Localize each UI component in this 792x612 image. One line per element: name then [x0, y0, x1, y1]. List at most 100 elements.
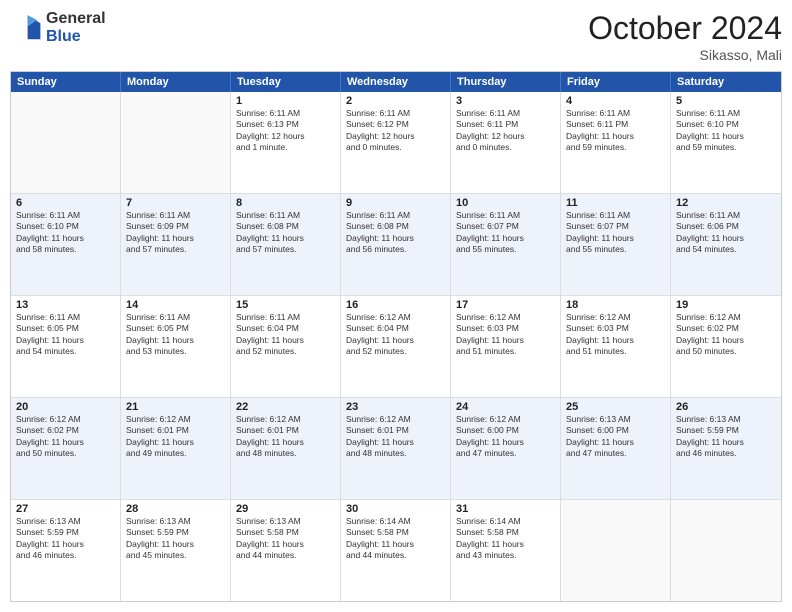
day-cell-19: 19Sunrise: 6:12 AM Sunset: 6:02 PM Dayli… — [671, 296, 781, 397]
day-info: Sunrise: 6:12 AM Sunset: 6:03 PM Dayligh… — [456, 312, 555, 358]
day-number: 25 — [566, 401, 665, 413]
day-number: 7 — [126, 197, 225, 209]
empty-cell — [11, 92, 121, 193]
day-number: 15 — [236, 299, 335, 311]
day-number: 17 — [456, 299, 555, 311]
day-number: 16 — [346, 299, 445, 311]
day-info: Sunrise: 6:12 AM Sunset: 6:02 PM Dayligh… — [676, 312, 776, 358]
header-day-monday: Monday — [121, 72, 231, 92]
day-number: 4 — [566, 95, 665, 107]
day-cell-20: 20Sunrise: 6:12 AM Sunset: 6:02 PM Dayli… — [11, 398, 121, 499]
day-cell-14: 14Sunrise: 6:11 AM Sunset: 6:05 PM Dayli… — [121, 296, 231, 397]
day-number: 29 — [236, 503, 335, 515]
day-info: Sunrise: 6:14 AM Sunset: 5:58 PM Dayligh… — [346, 516, 445, 562]
day-number: 14 — [126, 299, 225, 311]
day-info: Sunrise: 6:12 AM Sunset: 6:04 PM Dayligh… — [346, 312, 445, 358]
day-cell-24: 24Sunrise: 6:12 AM Sunset: 6:00 PM Dayli… — [451, 398, 561, 499]
day-number: 21 — [126, 401, 225, 413]
day-info: Sunrise: 6:11 AM Sunset: 6:11 PM Dayligh… — [456, 108, 555, 154]
day-cell-3: 3Sunrise: 6:11 AM Sunset: 6:11 PM Daylig… — [451, 92, 561, 193]
day-cell-27: 27Sunrise: 6:13 AM Sunset: 5:59 PM Dayli… — [11, 500, 121, 601]
day-cell-5: 5Sunrise: 6:11 AM Sunset: 6:10 PM Daylig… — [671, 92, 781, 193]
calendar-row-4: 27Sunrise: 6:13 AM Sunset: 5:59 PM Dayli… — [11, 500, 781, 601]
day-cell-1: 1Sunrise: 6:11 AM Sunset: 6:13 PM Daylig… — [231, 92, 341, 193]
calendar-body: 1Sunrise: 6:11 AM Sunset: 6:13 PM Daylig… — [11, 92, 781, 601]
calendar-header: SundayMondayTuesdayWednesdayThursdayFrid… — [11, 72, 781, 92]
day-info: Sunrise: 6:11 AM Sunset: 6:10 PM Dayligh… — [676, 108, 776, 154]
day-number: 18 — [566, 299, 665, 311]
day-cell-4: 4Sunrise: 6:11 AM Sunset: 6:11 PM Daylig… — [561, 92, 671, 193]
day-cell-6: 6Sunrise: 6:11 AM Sunset: 6:10 PM Daylig… — [11, 194, 121, 295]
day-cell-7: 7Sunrise: 6:11 AM Sunset: 6:09 PM Daylig… — [121, 194, 231, 295]
logo: General Blue — [10, 10, 106, 45]
day-cell-15: 15Sunrise: 6:11 AM Sunset: 6:04 PM Dayli… — [231, 296, 341, 397]
day-info: Sunrise: 6:11 AM Sunset: 6:05 PM Dayligh… — [16, 312, 115, 358]
day-number: 2 — [346, 95, 445, 107]
day-info: Sunrise: 6:11 AM Sunset: 6:08 PM Dayligh… — [236, 210, 335, 256]
day-number: 31 — [456, 503, 555, 515]
empty-cell — [561, 500, 671, 601]
day-cell-23: 23Sunrise: 6:12 AM Sunset: 6:01 PM Dayli… — [341, 398, 451, 499]
day-number: 27 — [16, 503, 115, 515]
day-number: 28 — [126, 503, 225, 515]
day-cell-30: 30Sunrise: 6:14 AM Sunset: 5:58 PM Dayli… — [341, 500, 451, 601]
day-info: Sunrise: 6:13 AM Sunset: 6:00 PM Dayligh… — [566, 414, 665, 460]
title-block: October 2024 Sikasso, Mali — [588, 10, 782, 63]
day-cell-9: 9Sunrise: 6:11 AM Sunset: 6:08 PM Daylig… — [341, 194, 451, 295]
logo-blue: Blue — [46, 28, 106, 46]
day-cell-17: 17Sunrise: 6:12 AM Sunset: 6:03 PM Dayli… — [451, 296, 561, 397]
day-number: 10 — [456, 197, 555, 209]
day-number: 13 — [16, 299, 115, 311]
day-number: 26 — [676, 401, 776, 413]
day-cell-10: 10Sunrise: 6:11 AM Sunset: 6:07 PM Dayli… — [451, 194, 561, 295]
month-title: October 2024 — [588, 10, 782, 47]
day-info: Sunrise: 6:14 AM Sunset: 5:58 PM Dayligh… — [456, 516, 555, 562]
day-info: Sunrise: 6:12 AM Sunset: 6:02 PM Dayligh… — [16, 414, 115, 460]
day-info: Sunrise: 6:11 AM Sunset: 6:05 PM Dayligh… — [126, 312, 225, 358]
calendar: SundayMondayTuesdayWednesdayThursdayFrid… — [10, 71, 782, 602]
day-info: Sunrise: 6:11 AM Sunset: 6:08 PM Dayligh… — [346, 210, 445, 256]
location: Sikasso, Mali — [588, 47, 782, 63]
day-cell-28: 28Sunrise: 6:13 AM Sunset: 5:59 PM Dayli… — [121, 500, 231, 601]
logo-general: General — [46, 10, 106, 28]
calendar-row-2: 13Sunrise: 6:11 AM Sunset: 6:05 PM Dayli… — [11, 296, 781, 398]
calendar-row-1: 6Sunrise: 6:11 AM Sunset: 6:10 PM Daylig… — [11, 194, 781, 296]
calendar-row-0: 1Sunrise: 6:11 AM Sunset: 6:13 PM Daylig… — [11, 92, 781, 194]
day-info: Sunrise: 6:11 AM Sunset: 6:04 PM Dayligh… — [236, 312, 335, 358]
day-cell-18: 18Sunrise: 6:12 AM Sunset: 6:03 PM Dayli… — [561, 296, 671, 397]
day-cell-21: 21Sunrise: 6:12 AM Sunset: 6:01 PM Dayli… — [121, 398, 231, 499]
day-number: 1 — [236, 95, 335, 107]
day-number: 22 — [236, 401, 335, 413]
day-info: Sunrise: 6:11 AM Sunset: 6:07 PM Dayligh… — [456, 210, 555, 256]
header: General Blue October 2024 Sikasso, Mali — [10, 10, 782, 63]
day-info: Sunrise: 6:12 AM Sunset: 6:01 PM Dayligh… — [346, 414, 445, 460]
day-info: Sunrise: 6:12 AM Sunset: 6:00 PM Dayligh… — [456, 414, 555, 460]
header-day-wednesday: Wednesday — [341, 72, 451, 92]
day-number: 20 — [16, 401, 115, 413]
page: General Blue October 2024 Sikasso, Mali … — [0, 0, 792, 612]
day-info: Sunrise: 6:11 AM Sunset: 6:09 PM Dayligh… — [126, 210, 225, 256]
day-cell-2: 2Sunrise: 6:11 AM Sunset: 6:12 PM Daylig… — [341, 92, 451, 193]
day-info: Sunrise: 6:11 AM Sunset: 6:10 PM Dayligh… — [16, 210, 115, 256]
day-info: Sunrise: 6:13 AM Sunset: 5:59 PM Dayligh… — [676, 414, 776, 460]
day-info: Sunrise: 6:12 AM Sunset: 6:01 PM Dayligh… — [236, 414, 335, 460]
day-info: Sunrise: 6:13 AM Sunset: 5:59 PM Dayligh… — [126, 516, 225, 562]
empty-cell — [671, 500, 781, 601]
day-cell-16: 16Sunrise: 6:12 AM Sunset: 6:04 PM Dayli… — [341, 296, 451, 397]
day-info: Sunrise: 6:11 AM Sunset: 6:11 PM Dayligh… — [566, 108, 665, 154]
day-info: Sunrise: 6:12 AM Sunset: 6:03 PM Dayligh… — [566, 312, 665, 358]
day-number: 5 — [676, 95, 776, 107]
day-number: 8 — [236, 197, 335, 209]
day-number: 19 — [676, 299, 776, 311]
day-info: Sunrise: 6:13 AM Sunset: 5:59 PM Dayligh… — [16, 516, 115, 562]
day-info: Sunrise: 6:13 AM Sunset: 5:58 PM Dayligh… — [236, 516, 335, 562]
day-number: 24 — [456, 401, 555, 413]
day-cell-25: 25Sunrise: 6:13 AM Sunset: 6:00 PM Dayli… — [561, 398, 671, 499]
day-number: 6 — [16, 197, 115, 209]
header-day-sunday: Sunday — [11, 72, 121, 92]
day-number: 3 — [456, 95, 555, 107]
day-cell-8: 8Sunrise: 6:11 AM Sunset: 6:08 PM Daylig… — [231, 194, 341, 295]
header-day-friday: Friday — [561, 72, 671, 92]
logo-icon — [10, 12, 42, 44]
day-number: 30 — [346, 503, 445, 515]
